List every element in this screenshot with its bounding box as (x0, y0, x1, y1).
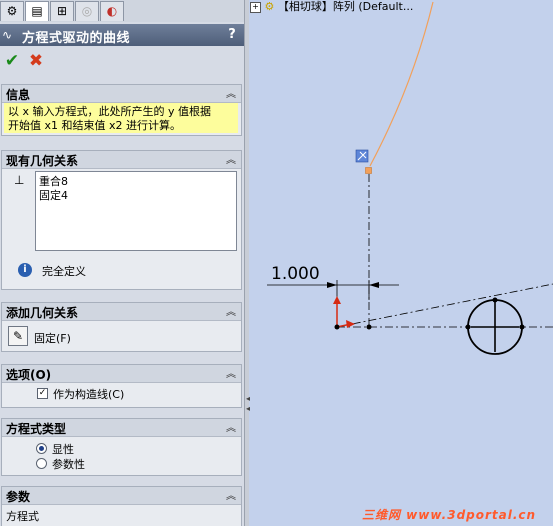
chevron-up-icon[interactable]: ︽ (226, 487, 236, 502)
tab-display-manager[interactable]: ◐ (100, 1, 124, 21)
relations-list[interactable]: 重合8 固定4 (35, 171, 237, 251)
add-relations-header[interactable]: 添加几何关系 ︽ (2, 303, 241, 321)
info-group-header[interactable]: 信息 ︽ (2, 85, 241, 103)
tab-configuration-manager[interactable]: ⊞ (50, 1, 74, 21)
fix-relation-label: 固定(F) (34, 332, 71, 345)
info-group: 信息 ︽ 以 x 输入方程式，此处所产生的 y 值根据 开始值 x1 和结束值 … (1, 84, 242, 136)
tab-feature-manager[interactable]: ⚙ (0, 1, 24, 21)
equation-type-title: 方程式类型 (6, 422, 67, 436)
existing-relations-group: 现有几何关系 ︽ ⊥ 重合8 固定4 i 完全定义 (1, 150, 242, 290)
display-manager-icon: ◐ (106, 4, 118, 18)
parametric-radio[interactable] (36, 458, 47, 469)
property-manager-panel: ⚙ ▤ ⊞ ◎ ◐ ∿ 方程式驱动的曲线 ? ✔ ✖ 信息 ︽ 以 x 输入方程… (0, 0, 244, 526)
parameters-header[interactable]: 参数 ︽ (2, 487, 241, 505)
info-text-line2: 开始值 x1 和结束值 x2 进行计算。 (8, 119, 182, 132)
info-group-title: 信息 (6, 88, 31, 102)
tab-dimxpert[interactable]: ◎ (75, 1, 99, 21)
watermark: 三维网 www.3dportal.cn (362, 508, 537, 522)
equation-curve (369, 1, 434, 167)
construction-label: 作为构造线(C) (53, 388, 125, 401)
sketch-point (492, 297, 498, 303)
equation-type-group: 方程式类型 ︽ 显性 参数性 (1, 418, 242, 476)
definition-status: 完全定义 (42, 265, 86, 278)
panel-header: ∿ 方程式驱动的曲线 ? (0, 24, 244, 46)
parametric-label: 参数性 (52, 458, 85, 471)
manager-tabs: ⚙ ▤ ⊞ ◎ ◐ (0, 0, 244, 22)
graphics-area[interactable]: 1.000 (249, 0, 553, 526)
ok-cancel-bar: ✔ ✖ (0, 48, 244, 76)
sketch-point (366, 324, 372, 330)
explicit-label: 显性 (52, 443, 74, 456)
add-relations-title: 添加几何关系 (6, 306, 79, 320)
curve-icon: ∿ (2, 28, 13, 42)
feature-tree-icon: ⚙ (6, 4, 18, 18)
chevron-up-icon[interactable]: ︽ (226, 151, 236, 166)
chevron-up-icon[interactable]: ︽ (226, 419, 236, 434)
explicit-radio[interactable] (36, 443, 47, 454)
help-button[interactable]: ? (224, 27, 240, 43)
cancel-button[interactable]: ✖ (26, 51, 46, 71)
sketch-point (519, 324, 525, 330)
dimension-value: 1.000 (271, 264, 320, 284)
chevron-up-icon[interactable]: ︽ (226, 303, 236, 318)
add-relations-group: 添加几何关系 ︽ ✎ 固定(F) (1, 302, 242, 352)
list-item[interactable]: 固定4 (39, 189, 233, 203)
relations-icon: ⊥ (14, 173, 25, 187)
parameters-group: 参数 ︽ 方程式 (1, 486, 242, 526)
origin-y-arrow (333, 296, 341, 304)
ok-button[interactable]: ✔ (2, 51, 22, 71)
chevron-up-icon[interactable]: ︽ (226, 85, 236, 100)
construction-checkbox[interactable]: ✓ (37, 388, 48, 399)
info-message: 以 x 输入方程式，此处所产生的 y 值根据 开始值 x1 和结束值 x2 进行… (4, 103, 238, 133)
options-header[interactable]: 选项(O) ︽ (2, 365, 241, 383)
parameters-title: 参数 (6, 490, 31, 504)
list-item[interactable]: 重合8 (39, 175, 233, 189)
sketch-point (334, 324, 340, 330)
panel-title: 方程式驱动的曲线 (22, 31, 131, 46)
property-icon: ▤ (31, 4, 43, 18)
dimension-arrow-left (327, 282, 337, 288)
info-text-line1: 以 x 输入方程式，此处所产生的 y 值根据 (8, 105, 212, 118)
options-group: 选项(O) ︽ ✓ 作为构造线(C) (1, 364, 242, 408)
existing-relations-header[interactable]: 现有几何关系 ︽ (2, 151, 241, 169)
curve-endpoint (365, 167, 372, 174)
equation-label: 方程式 (6, 510, 39, 523)
fix-icon: ✎ (12, 329, 24, 343)
tab-property-manager[interactable]: ▤ (25, 1, 49, 21)
existing-relations-title: 现有几何关系 (6, 154, 79, 168)
fix-relation-button[interactable]: ✎ (8, 326, 28, 346)
options-title: 选项(O) (6, 368, 52, 382)
info-icon: i (18, 263, 32, 277)
chevron-up-icon[interactable]: ︽ (226, 365, 236, 380)
equation-type-header[interactable]: 方程式类型 ︽ (2, 419, 241, 437)
dimension-arrow-right (369, 282, 379, 288)
sketch-point (465, 324, 471, 330)
configuration-icon: ⊞ (56, 4, 68, 18)
dimxpert-icon: ◎ (81, 4, 93, 18)
